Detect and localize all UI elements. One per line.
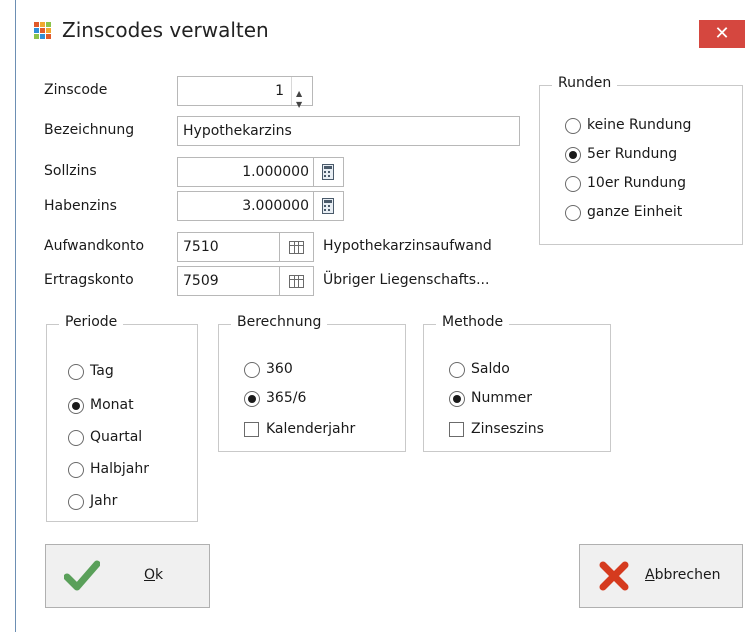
radio-circle — [244, 362, 260, 378]
aufwandkonto-lookup-button[interactable] — [280, 232, 314, 262]
radio-circle — [565, 118, 581, 134]
zinscode-value: 1 — [275, 83, 284, 99]
checkmark-icon — [64, 560, 100, 591]
grid-app-icon — [34, 22, 52, 40]
sollzins-input[interactable]: 1.000000 — [177, 157, 314, 187]
berechnung-group: Berechnung 360 365/6 Kalenderjahr — [218, 314, 406, 452]
radio-label: 365/6 — [266, 390, 307, 406]
periode-title: Periode — [59, 314, 124, 330]
radio-label: ganze Einheit — [587, 204, 683, 220]
aufwandkonto-description: Hypothekarzinsaufwand — [323, 238, 492, 254]
methode-title: Methode — [436, 314, 510, 330]
habenzins-label: Habenzins — [44, 198, 117, 214]
radio-circle-selected — [68, 398, 84, 414]
checkbox-label: Zinseszins — [471, 421, 544, 437]
table-lookup-icon — [289, 241, 304, 254]
sollzins-calculator-button[interactable] — [314, 157, 344, 187]
ertragskonto-lookup-button[interactable] — [280, 266, 314, 296]
habenzins-calculator-button[interactable] — [314, 191, 344, 221]
radio-label: Nummer — [471, 390, 532, 406]
sollzins-value: 1.000000 — [242, 164, 309, 180]
radio-circle — [449, 362, 465, 378]
bezeichnung-value: Hypothekarzins — [183, 123, 292, 139]
ok-label: Ok — [144, 567, 163, 583]
radio-label: 360 — [266, 361, 293, 377]
radio-circle — [68, 364, 84, 380]
ertragskonto-label: Ertragskonto — [44, 272, 134, 288]
radio-circle — [68, 494, 84, 510]
ertragskonto-input[interactable]: 7509 — [177, 266, 280, 296]
aufwandkonto-input[interactable]: 7510 — [177, 232, 280, 262]
radio-label: keine Rundung — [587, 117, 692, 133]
cancel-mnemonic: A — [645, 567, 655, 583]
cross-icon — [599, 561, 629, 591]
radio-label: Tag — [90, 363, 114, 379]
radio-circle-selected — [244, 391, 260, 407]
zinscode-label: Zinscode — [44, 82, 108, 98]
radio-circle — [68, 430, 84, 446]
runden-title: Runden — [552, 75, 618, 91]
window-title: Zinscodes verwalten — [62, 18, 269, 42]
berechnung-title: Berechnung — [231, 314, 328, 330]
radio-label: 5er Rundung — [587, 146, 678, 162]
runden-group: Runden keine Rundung 5er Rundung 10er Ru… — [539, 75, 743, 245]
title-bar: Zinscodes verwalten ✕ — [16, 0, 756, 62]
table-lookup-icon — [289, 275, 304, 288]
ertragskonto-value: 7509 — [183, 273, 219, 289]
aufwandkonto-value: 7510 — [183, 239, 219, 255]
radio-circle — [565, 176, 581, 192]
calculator-icon — [322, 198, 334, 214]
sollzins-label: Sollzins — [44, 163, 97, 179]
radio-label: Monat — [90, 397, 134, 413]
calculator-icon — [322, 164, 334, 180]
aufwandkonto-label: Aufwandkonto — [44, 238, 145, 254]
radio-label: Jahr — [90, 493, 118, 509]
radio-circle-selected — [449, 391, 465, 407]
close-button[interactable]: ✕ — [699, 20, 745, 48]
periode-group: Periode Tag Monat Quartal Halbjahr Jahr — [46, 314, 198, 522]
radio-label: Halbjahr — [90, 461, 149, 477]
radio-label: 10er Rundung — [587, 175, 686, 191]
spin-icon[interactable]: ▲ ▼ — [291, 77, 312, 109]
ok-mnemonic: O — [144, 567, 156, 583]
close-icon: ✕ — [714, 23, 730, 44]
ok-label-rest: k — [155, 567, 164, 583]
radio-circle — [68, 462, 84, 478]
radio-circle-selected — [565, 147, 581, 163]
habenzins-input[interactable]: 3.000000 — [177, 191, 314, 221]
cancel-label: Abbrechen — [645, 567, 720, 583]
methode-group: Methode Saldo Nummer Zinseszins — [423, 314, 611, 452]
habenzins-value: 3.000000 — [242, 198, 309, 214]
cancel-button[interactable]: Abbrechen — [579, 544, 743, 608]
ok-button[interactable]: Ok — [45, 544, 210, 608]
ertragskonto-description: Übriger Liegenschafts... — [323, 272, 490, 288]
dialog-window: Zinscodes verwalten ✕ Zinscode 1 ▲ ▼ Beze… — [15, 0, 756, 632]
cancel-label-rest: bbrechen — [654, 567, 721, 583]
checkbox-label: Kalenderjahr — [266, 421, 356, 437]
checkbox-box — [449, 422, 464, 437]
bezeichnung-input[interactable]: Hypothekarzins — [177, 116, 520, 146]
bezeichnung-label: Bezeichnung — [44, 122, 135, 138]
radio-circle — [565, 205, 581, 221]
checkbox-box — [244, 422, 259, 437]
radio-label: Quartal — [90, 429, 143, 445]
zinscode-stepper[interactable]: 1 ▲ ▼ — [177, 76, 313, 109]
radio-label: Saldo — [471, 361, 510, 377]
